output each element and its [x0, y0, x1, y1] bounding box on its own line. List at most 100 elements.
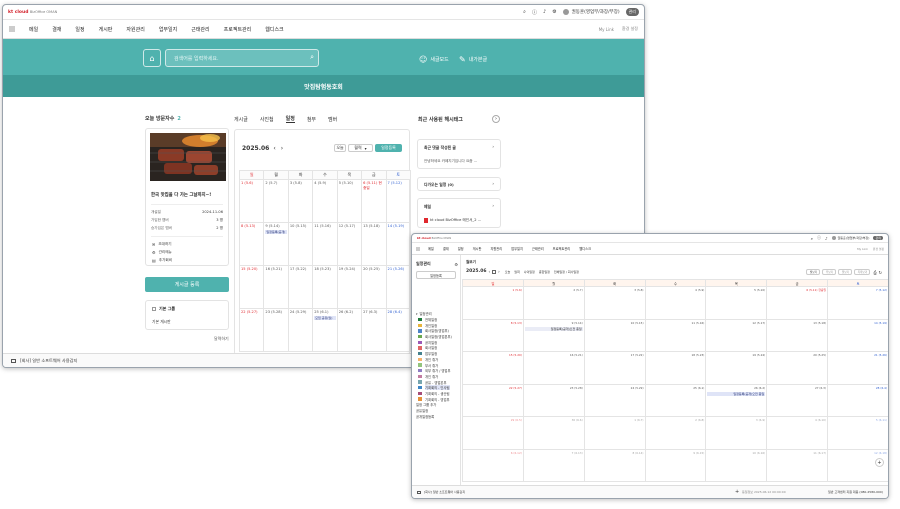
- env-settings[interactable]: 환경 설정: [873, 247, 884, 251]
- day-cell[interactable]: 14 (5.19): [827, 318, 888, 352]
- tab-schedule[interactable]: 일정: [285, 115, 295, 123]
- day-cell[interactable]: 28 (6.4): [385, 308, 412, 352]
- help-icon[interactable]: ⓘ: [532, 9, 537, 16]
- user-name[interactable]: 권동훈(영업부/과장/부장): [572, 9, 620, 15]
- add-floating-button[interactable]: +: [875, 458, 884, 467]
- event-bar[interactable]: 일정등록(공개)오전 종일: [707, 391, 766, 396]
- day-cell[interactable]: 3 (6.9): [705, 416, 768, 450]
- tab-week-view[interactable]: 주보기: [822, 269, 837, 275]
- view-select[interactable]: 월력 ▾: [348, 144, 373, 152]
- menu-webdisk[interactable]: 웹디스크: [579, 246, 591, 251]
- settings-icon[interactable]: ⚙: [552, 9, 556, 15]
- community-post-title[interactable]: 한국 맛집을 다 가는 그날까지~!: [151, 192, 211, 198]
- menu-attendance[interactable]: 근태관리: [191, 26, 209, 33]
- next-month-icon[interactable]: ›: [498, 269, 500, 274]
- day-cell[interactable]: 4 (5.9): [312, 179, 338, 223]
- day-cell[interactable]: 20 (5.25): [766, 351, 829, 385]
- day-cell[interactable]: 6 (5.11) 현충일: [766, 286, 829, 320]
- invite-link[interactable]: ✉ 초대하기: [152, 240, 172, 248]
- day-cell[interactable]: 25 (6.1) 모임 공유(월): [312, 308, 338, 352]
- user-badge[interactable]: 관리: [625, 8, 639, 16]
- prev-month-icon[interactable]: ‹: [489, 269, 491, 274]
- day-cell[interactable]: 22 (5.27): [238, 308, 265, 352]
- apps-grid-icon[interactable]: [9, 26, 15, 32]
- day-cell[interactable]: 26 (6.2): [336, 308, 363, 352]
- day-cell[interactable]: 20 (5.25): [361, 265, 387, 309]
- support-link[interactable]: 일반 고객센터 지원 대응 (080-2580-000): [828, 490, 883, 494]
- apps-grid-icon[interactable]: [416, 246, 420, 251]
- menu-worklog[interactable]: 업무일지: [511, 246, 523, 251]
- day-cell[interactable]: 15 (5.20): [462, 351, 524, 385]
- app-logo[interactable]: kt cloud BizOffice OMAN: [417, 236, 451, 240]
- day-cell[interactable]: 17 (5.22): [583, 351, 646, 385]
- day-cell[interactable]: 17 (5.22): [287, 265, 314, 309]
- menu-mail[interactable]: 메일: [428, 246, 434, 251]
- day-cell[interactable]: 7 (6.13): [522, 448, 585, 482]
- day-cell[interactable]: 1 (6.7): [583, 416, 646, 450]
- next-month-icon[interactable]: ›: [281, 145, 283, 152]
- board-item[interactable]: 기본 게시판: [152, 319, 171, 325]
- menu-schedule[interactable]: 일정: [458, 246, 464, 251]
- day-cell[interactable]: 21 (5.26): [827, 351, 888, 385]
- day-cell[interactable]: 26 (6.2) 일정등록(공개)오전 종일: [705, 383, 768, 417]
- chevron-right-icon[interactable]: ›: [492, 115, 500, 123]
- day-cell[interactable]: 9 (5.14) 일정등록(공개)오전 종일: [522, 318, 585, 352]
- menu-mail[interactable]: 메일: [29, 26, 38, 33]
- menu-board[interactable]: 게시판: [99, 26, 113, 33]
- day-cell[interactable]: 4 (6.10): [766, 416, 829, 450]
- day-cell[interactable]: 1 (5.6): [238, 179, 265, 223]
- group-header[interactable]: 기본 그룹: [152, 306, 175, 312]
- more-link[interactable]: 달력하기: [214, 336, 229, 342]
- event-bar[interactable]: 일정등록(공개)오전 종일: [524, 326, 583, 331]
- day-cell[interactable]: 6 (5.11) 현충일: [361, 179, 387, 223]
- day-cell[interactable]: 25 (6.1): [644, 383, 707, 417]
- day-cell[interactable]: 10 (6.16): [705, 448, 768, 482]
- day-cell[interactable]: 28 (6.4): [827, 383, 888, 417]
- admin-menu-link[interactable]: ⚙ 관리메뉴: [152, 248, 172, 256]
- day-cell[interactable]: 9 (6.15): [644, 448, 707, 482]
- home-icon[interactable]: ⌂: [143, 49, 161, 67]
- menu-resource[interactable]: 자원관리: [490, 246, 502, 251]
- user-badge[interactable]: 관리: [873, 236, 883, 240]
- print-icon[interactable]: ⎙: [873, 270, 876, 275]
- menu-worklog[interactable]: 업무일지: [159, 26, 177, 33]
- day-cell[interactable]: 5 (5.10): [336, 179, 363, 223]
- tab-day-view[interactable]: 일보기: [838, 269, 853, 275]
- day-cell[interactable]: 3 (5.8): [583, 286, 646, 320]
- menu-resource[interactable]: 자원관리: [126, 26, 144, 33]
- day-cell[interactable]: 19 (5.24): [705, 351, 768, 385]
- day-cell[interactable]: 15 (5.20): [238, 265, 265, 309]
- prev-month-icon[interactable]: ‹: [273, 145, 275, 152]
- menu-approval[interactable]: 결재: [443, 246, 449, 251]
- day-cell[interactable]: 8 (6.14): [583, 448, 646, 482]
- menu-approval[interactable]: 결재: [52, 26, 61, 33]
- app-logo[interactable]: kt cloud BizOffice OMAN: [8, 10, 57, 15]
- recent-comment-card[interactable]: 최근 댓글 작성된 글 › 안녕하세요 카페지기입니다 요즘 ...: [417, 139, 501, 169]
- tab-attachments[interactable]: 첨부: [307, 116, 316, 123]
- extra-fee-link[interactable]: ▤ 추가회비: [152, 256, 172, 264]
- day-cell[interactable]: 10 (5.15): [583, 318, 646, 352]
- my-schedule-filter[interactable]: 나의일정: [524, 270, 535, 274]
- day-cell[interactable]: 7 (5.12): [385, 179, 412, 223]
- calendar-icon[interactable]: [492, 269, 497, 274]
- add-schedule-button[interactable]: 일정등록: [416, 271, 456, 279]
- day-cell[interactable]: 23 (5.28): [263, 308, 289, 352]
- refresh-icon[interactable]: ↻: [879, 270, 882, 275]
- search-icon[interactable]: ⌕: [811, 236, 813, 241]
- menu-attendance[interactable]: 근태관리: [532, 246, 544, 251]
- day-cell[interactable]: 19 (5.24): [336, 265, 363, 309]
- combined-filter[interactable]: 종합일정: [539, 270, 550, 274]
- day-cell[interactable]: 1 (5.6): [462, 286, 524, 320]
- scope-filter[interactable]: 전체일정 / 회사일정: [554, 270, 579, 274]
- help-icon[interactable]: ⓘ: [817, 235, 821, 241]
- tab-posts[interactable]: 게시글: [234, 116, 248, 123]
- day-cell[interactable]: 8 (5.13): [462, 318, 524, 352]
- day-cell[interactable]: 16 (5.21): [522, 351, 585, 385]
- day-cell[interactable]: 24 (5.29): [287, 308, 314, 352]
- day-cell[interactable]: 4 (5.9): [644, 286, 707, 320]
- day-cell[interactable]: 12 (5.17): [705, 318, 768, 352]
- menu-project[interactable]: 프로젝트관리: [224, 26, 252, 33]
- day-cell[interactable]: 29 (6.5): [462, 416, 524, 450]
- community-search-input[interactable]: 검색어를 입력하세요. ⌕: [165, 49, 319, 67]
- my-posts-link[interactable]: ✎ 내가본글: [459, 55, 487, 64]
